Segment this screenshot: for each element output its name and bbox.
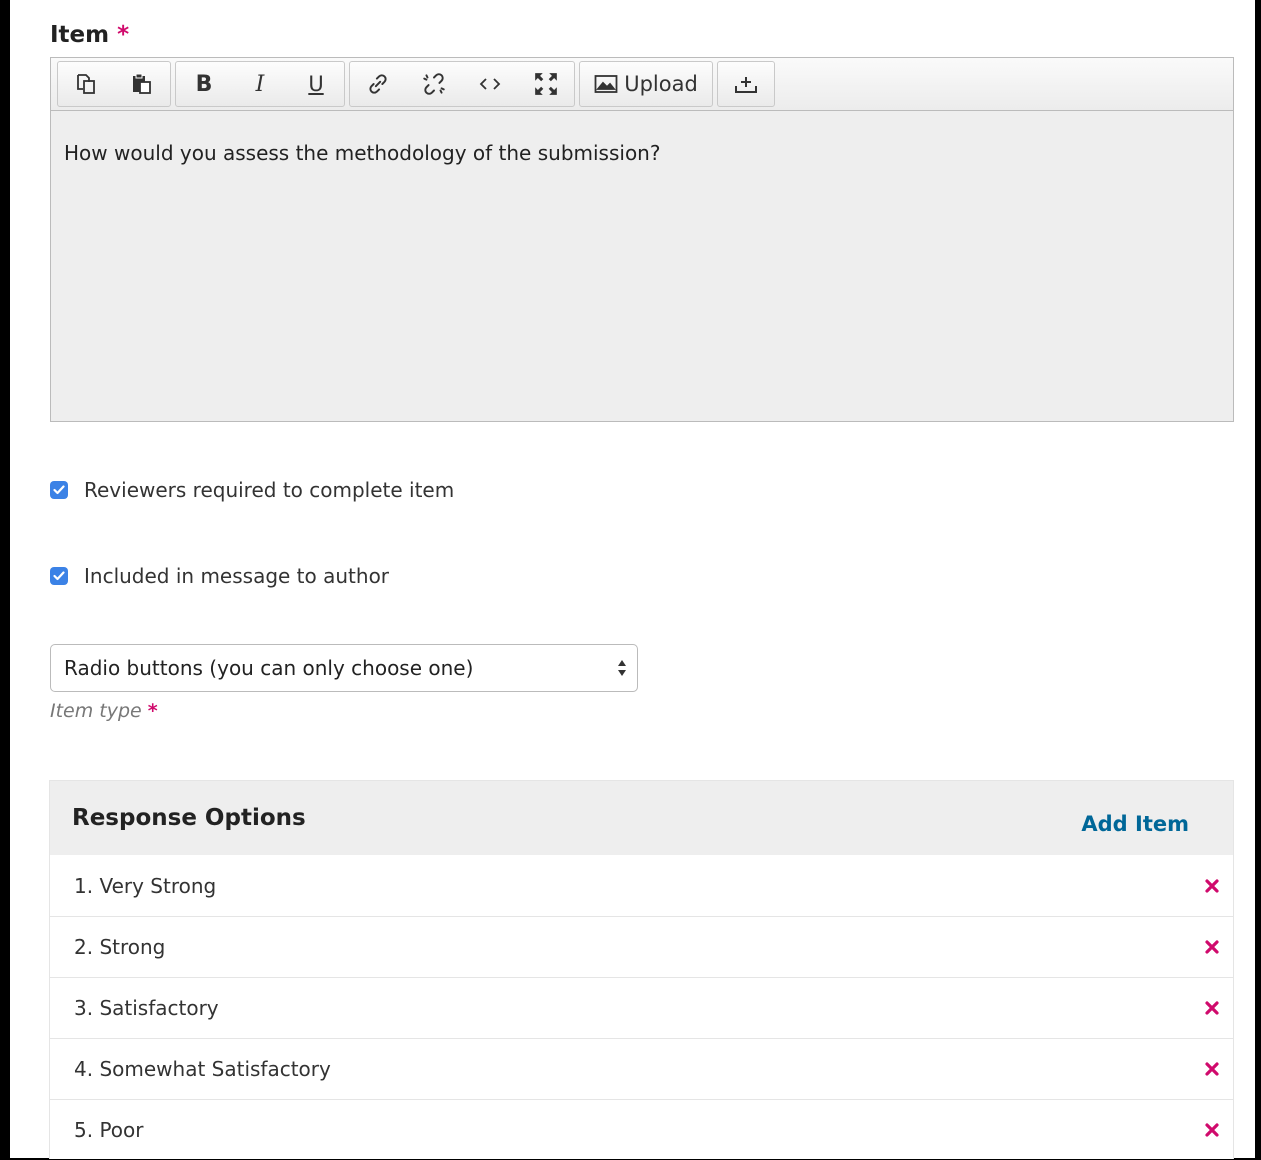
code-button[interactable] xyxy=(462,62,518,106)
response-options-list: 1. Very Strong 2. Strong 3. Satisfactory… xyxy=(50,855,1233,1160)
link-icon xyxy=(369,74,387,94)
file-upload-group xyxy=(717,61,775,107)
format-group: B I U xyxy=(175,61,345,107)
required-marker: * xyxy=(147,700,158,722)
editor-toolbar: B I U Upload xyxy=(51,58,1233,111)
paste-button[interactable] xyxy=(114,62,170,106)
option-label: 5. Poor xyxy=(74,1118,144,1142)
author-checkbox-label: Included in message to author xyxy=(84,564,390,588)
italic-button[interactable]: I xyxy=(232,62,288,106)
option-label: 4. Somewhat Satisfactory xyxy=(74,1057,331,1081)
required-checkbox[interactable] xyxy=(50,481,68,499)
underline-button[interactable]: U xyxy=(288,62,344,106)
response-options-panel: Response Options Add Item 1. Very Strong… xyxy=(49,780,1234,1159)
image-icon xyxy=(594,75,618,93)
close-icon xyxy=(1205,1062,1219,1076)
option-label: 1. Very Strong xyxy=(74,873,217,898)
copy-button[interactable] xyxy=(58,62,114,106)
response-options-title: Response Options xyxy=(72,805,306,831)
list-item[interactable]: 5. Poor xyxy=(50,1099,1233,1160)
underline-icon: U xyxy=(308,72,324,96)
upload-image-button[interactable]: Upload xyxy=(580,62,712,106)
required-checkbox-row[interactable]: Reviewers required to complete item xyxy=(50,478,454,502)
list-item[interactable]: 2. Strong xyxy=(50,916,1233,977)
upload-group: Upload xyxy=(579,61,713,107)
item-type-select[interactable]: Radio buttons (you can only choose one) xyxy=(50,644,638,692)
fullscreen-icon xyxy=(535,73,557,95)
list-item[interactable]: 4. Somewhat Satisfactory xyxy=(50,1038,1233,1099)
author-checkbox[interactable] xyxy=(50,567,68,585)
response-options-header: Response Options Add Item xyxy=(50,781,1233,855)
item-type-value: Radio buttons (you can only choose one) xyxy=(64,656,474,680)
unlink-button[interactable] xyxy=(406,62,462,106)
item-type-label: Item type * xyxy=(50,700,158,722)
editor-content-area[interactable]: How would you assess the methodology of … xyxy=(51,111,1233,195)
checkmark-icon xyxy=(53,571,65,581)
add-item-link[interactable]: Add Item xyxy=(1081,812,1189,836)
close-icon xyxy=(1205,1123,1219,1137)
unlink-icon xyxy=(423,73,445,95)
option-label: 3. Satisfactory xyxy=(74,996,219,1020)
code-icon xyxy=(479,78,501,90)
bold-icon: B xyxy=(195,71,213,97)
select-arrows-icon xyxy=(618,660,626,676)
item-label-text: Item xyxy=(50,22,110,48)
delete-option-button[interactable] xyxy=(1203,999,1221,1017)
close-icon xyxy=(1205,940,1219,954)
close-icon xyxy=(1205,878,1219,893)
list-item[interactable]: 3. Satisfactory xyxy=(50,977,1233,1038)
item-field-label: Item * xyxy=(50,22,129,48)
editor-text: How would you assess the methodology of … xyxy=(64,141,661,165)
delete-option-button[interactable] xyxy=(1203,1060,1221,1078)
list-item[interactable]: 1. Very Strong xyxy=(50,855,1233,916)
upload-label: Upload xyxy=(624,72,698,96)
italic-icon: I xyxy=(255,71,265,97)
paste-icon xyxy=(133,73,151,94)
insert-group xyxy=(349,61,575,107)
delete-option-button[interactable] xyxy=(1203,877,1221,895)
copy-icon xyxy=(77,74,95,94)
required-checkbox-label: Reviewers required to complete item xyxy=(84,478,455,502)
delete-option-button[interactable] xyxy=(1203,1121,1221,1139)
rich-text-editor: B I U Upload How would you assess the me… xyxy=(50,57,1234,422)
file-upload-button[interactable] xyxy=(718,62,774,106)
bold-button[interactable]: B xyxy=(176,62,232,106)
checkmark-icon xyxy=(53,485,65,495)
delete-option-button[interactable] xyxy=(1203,938,1221,956)
link-button[interactable] xyxy=(350,62,406,106)
fullscreen-button[interactable] xyxy=(518,62,574,106)
clipboard-group xyxy=(57,61,171,107)
close-icon xyxy=(1205,1001,1219,1015)
option-label: 2. Strong xyxy=(74,935,166,959)
upload-icon xyxy=(735,77,757,93)
required-marker: * xyxy=(117,22,130,48)
form-page: Item * B I U Upload How would you assess… xyxy=(10,0,1255,1159)
author-checkbox-row[interactable]: Included in message to author xyxy=(50,564,389,588)
item-type-label-text: Item type xyxy=(50,700,142,722)
